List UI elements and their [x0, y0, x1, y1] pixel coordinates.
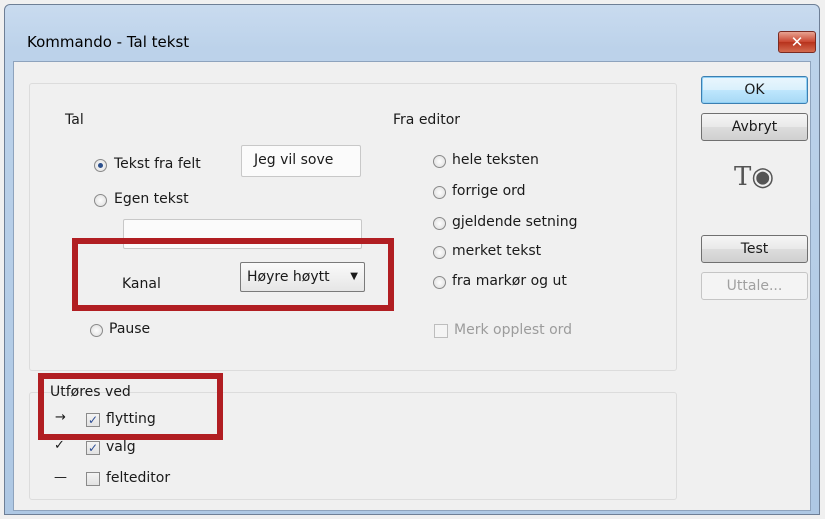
radio-hele-teksten[interactable] — [433, 155, 446, 168]
checkbox-valg[interactable]: ✓ — [86, 441, 100, 455]
speech-logo-icon: T◉ — [734, 162, 775, 192]
radio-merket-tekst[interactable] — [433, 246, 446, 259]
close-button[interactable]: ✕ — [778, 31, 816, 53]
checkbox-label-merk-opplest-ord: Merk opplest ord — [454, 322, 573, 338]
radio-label-fra-markor-og-ut[interactable]: fra markør og ut — [452, 273, 567, 289]
radio-label-forrige-ord[interactable]: forrige ord — [452, 183, 526, 199]
radio-pause[interactable] — [90, 324, 103, 337]
tal-heading: Tal — [65, 112, 84, 128]
checkbox-label-felteditor[interactable]: felteditor — [106, 470, 170, 486]
radio-forrige-ord[interactable] — [433, 186, 446, 199]
checkbox-merk-opplest-ord — [434, 324, 448, 338]
highlight-utfores — [38, 373, 223, 440]
dialog-client: Tal Tekst fra felt Jeg vil sove Egen tek… — [13, 61, 811, 511]
checkbox-felteditor[interactable] — [86, 472, 100, 486]
checkbox-label-valg[interactable]: valg — [106, 439, 136, 455]
highlight-kanal — [72, 238, 394, 311]
check-icon: ✓ — [54, 438, 65, 453]
dialog-window: Kommando - Tal tekst ✕ Tal Tekst fra fel… — [4, 4, 820, 515]
pronounce-button: Uttale... — [701, 272, 808, 300]
radio-label-pause[interactable]: Pause — [109, 321, 150, 337]
radio-gjeldende-setning[interactable] — [433, 217, 446, 230]
radio-label-tekst-fra-felt[interactable]: Tekst fra felt — [114, 156, 201, 172]
radio-tekst-fra-felt[interactable] — [94, 159, 107, 172]
field-value-box: Jeg vil sove — [241, 145, 361, 177]
dash-icon: — — [54, 470, 67, 485]
test-button[interactable]: Test — [701, 235, 808, 263]
fra-editor-heading: Fra editor — [393, 112, 461, 128]
ok-button[interactable]: OK — [701, 76, 808, 104]
radio-label-egen-tekst[interactable]: Egen tekst — [114, 191, 189, 207]
radio-fra-markor-og-ut[interactable] — [433, 276, 446, 289]
radio-label-hele-teksten[interactable]: hele teksten — [452, 152, 539, 168]
close-icon: ✕ — [790, 33, 804, 51]
window-title: Kommando - Tal tekst — [27, 33, 190, 51]
cancel-button[interactable]: Avbryt — [701, 113, 808, 141]
radio-egen-tekst[interactable] — [94, 194, 107, 207]
radio-label-merket-tekst[interactable]: merket tekst — [452, 243, 541, 259]
checkmark-icon: ✓ — [87, 441, 99, 455]
radio-label-gjeldende-setning[interactable]: gjeldende setning — [452, 214, 578, 230]
field-value-text: Jeg vil sove — [254, 152, 334, 168]
